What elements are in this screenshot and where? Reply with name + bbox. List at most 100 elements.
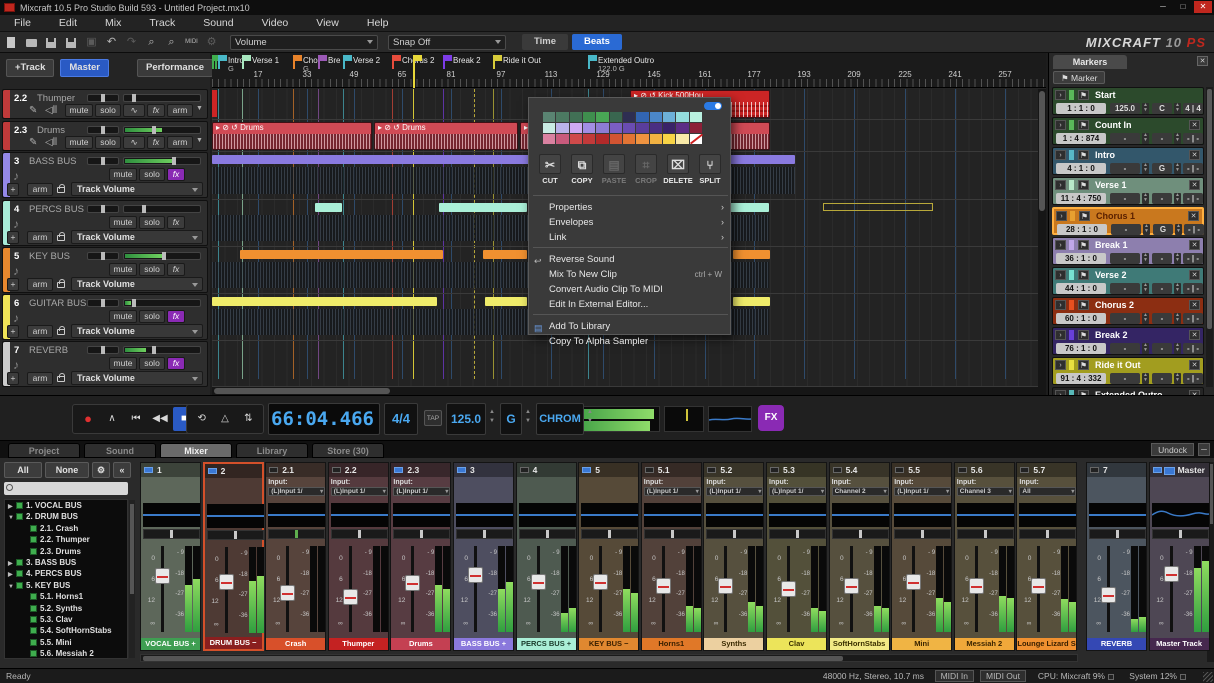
channel-checkbox[interactable] bbox=[1153, 467, 1162, 473]
fader-track[interactable] bbox=[474, 546, 477, 632]
volume-thumb[interactable] bbox=[132, 94, 136, 102]
fader-thumb[interactable] bbox=[219, 574, 234, 590]
track-automation-select[interactable]: Track Volume bbox=[71, 324, 203, 338]
color-swatch[interactable] bbox=[636, 123, 648, 133]
marker-tempo-field[interactable]: 125.0 bbox=[1110, 103, 1140, 114]
fader-thumb[interactable] bbox=[906, 574, 921, 590]
channel-checkbox[interactable] bbox=[1090, 467, 1099, 473]
channel-eq-display[interactable] bbox=[1089, 503, 1146, 527]
pan-thumb[interactable] bbox=[984, 530, 987, 538]
track-enabled-checkbox[interactable] bbox=[16, 582, 23, 589]
marker-tempo-field[interactable]: - bbox=[1111, 224, 1141, 235]
color-swatch[interactable] bbox=[623, 112, 635, 122]
pan-thumb[interactable] bbox=[1179, 530, 1182, 538]
tree-item-4-percs-bus[interactable]: ▶4. PERCS BUS bbox=[5, 568, 127, 579]
eq-display[interactable] bbox=[708, 406, 752, 432]
channel-eq-display[interactable] bbox=[894, 503, 951, 527]
clip-color-bar[interactable] bbox=[733, 250, 770, 259]
track-enabled-checkbox[interactable] bbox=[30, 536, 37, 543]
marker-entry[interactable]: ›⚑Start1 : 1 : 0125.0▲ ▼C▲ ▼4 | 4 bbox=[1052, 87, 1204, 115]
expand-icon[interactable]: › bbox=[1056, 211, 1067, 221]
menu-video[interactable]: Video bbox=[248, 15, 303, 32]
tree-item-2-1-crash[interactable]: 2.1. Crash bbox=[5, 523, 127, 534]
close-icon[interactable]: ✕ bbox=[1189, 330, 1200, 340]
pan-thumb[interactable] bbox=[170, 530, 173, 538]
channel-label[interactable]: Crash bbox=[266, 638, 325, 650]
volume-thumb[interactable] bbox=[132, 299, 136, 307]
pan-thumb[interactable] bbox=[234, 531, 237, 539]
tree-item-1-vocal-bus[interactable]: ▶1. VOCAL BUS bbox=[5, 500, 127, 511]
tree-item-5-3-clav[interactable]: 5.3. Clav bbox=[5, 614, 127, 625]
color-swatch[interactable] bbox=[570, 112, 582, 122]
mute-button[interactable]: mute bbox=[109, 310, 137, 323]
tab-sound[interactable]: Sound bbox=[84, 443, 156, 458]
spinner-icon[interactable]: ▲ ▼ bbox=[1142, 193, 1149, 204]
marker-time-field[interactable]: 11 : 4 : 750 bbox=[1056, 193, 1106, 204]
channel-label[interactable]: DRUM BUS − bbox=[205, 637, 262, 649]
marker-color-swatch[interactable] bbox=[1069, 300, 1074, 310]
spinner-icon[interactable]: ▲ ▼ bbox=[1174, 133, 1181, 144]
channel-eq-display[interactable] bbox=[1152, 503, 1209, 527]
search-input[interactable] bbox=[4, 482, 128, 495]
close-icon[interactable]: ✕ bbox=[1189, 240, 1200, 250]
cut-button[interactable]: ✂CUT bbox=[535, 154, 565, 185]
marker-color-swatch[interactable] bbox=[1070, 211, 1075, 221]
clip-color-bar[interactable] bbox=[212, 297, 437, 306]
input-select[interactable]: Channel 3 bbox=[957, 487, 1014, 496]
chevron-down-icon[interactable]: ▼ bbox=[196, 137, 203, 144]
maximize-button[interactable]: □ bbox=[1174, 1, 1192, 13]
channel-checkbox[interactable] bbox=[269, 467, 278, 473]
channel-pan-slider[interactable] bbox=[268, 529, 325, 539]
color-swatch[interactable] bbox=[543, 123, 555, 133]
marker-timesig-field[interactable]: - | - bbox=[1183, 163, 1203, 174]
pan-thumb[interactable] bbox=[1116, 530, 1119, 538]
pan-thumb[interactable] bbox=[101, 157, 105, 165]
markers-scrollbar[interactable] bbox=[1206, 87, 1213, 387]
track-header-percs-bus[interactable]: 4PERCS BUS♪mutesolofx+armTrack Volume bbox=[2, 200, 208, 246]
speaker-icon[interactable]: ◁⦀ bbox=[45, 105, 57, 116]
scroll-thumb[interactable] bbox=[143, 656, 843, 661]
channel-checkbox[interactable] bbox=[582, 467, 591, 473]
volume-thumb[interactable] bbox=[152, 346, 156, 354]
close-icon[interactable]: ✕ bbox=[1188, 211, 1199, 221]
tree-item-5-5-mini[interactable]: 5.5. Mini bbox=[5, 637, 127, 648]
marker-color-swatch[interactable] bbox=[1069, 360, 1074, 370]
track-enabled-checkbox[interactable] bbox=[16, 559, 23, 566]
tree-item-5-4-softhornstabs[interactable]: 5.4. SoftHornStabs bbox=[5, 625, 127, 636]
track-enabled-checkbox[interactable] bbox=[30, 605, 37, 612]
close-icon[interactable]: ✕ bbox=[1189, 120, 1200, 130]
mixer-toggle-button[interactable]: ⇅ bbox=[238, 407, 259, 431]
marker-entry[interactable]: ›⚑Break 2✕76 : 1 : 0-▲ ▼-▲ ▼- | - bbox=[1052, 327, 1204, 355]
marker-key-field[interactable]: - bbox=[1152, 133, 1172, 144]
minimize-button[interactable]: ─ bbox=[1154, 1, 1172, 13]
channel-pan-slider[interactable] bbox=[393, 529, 450, 539]
marker-tempo-field[interactable]: - bbox=[1110, 313, 1140, 324]
track-header-reverb[interactable]: 7REVERB♪mutesolofx+armTrack Volume bbox=[2, 341, 208, 387]
track-enabled-checkbox[interactable] bbox=[30, 639, 37, 646]
marker-time-field[interactable]: 4 : 1 : 0 bbox=[1056, 163, 1106, 174]
channel-checkbox[interactable] bbox=[833, 467, 842, 473]
input-select[interactable]: All bbox=[1019, 487, 1076, 496]
menu-help[interactable]: Help bbox=[353, 15, 403, 32]
volume-thumb[interactable] bbox=[172, 157, 176, 165]
clip-color-bar[interactable] bbox=[483, 250, 527, 259]
marker-color-swatch[interactable] bbox=[1069, 150, 1074, 160]
spinner-icon[interactable]: ▲ ▼ bbox=[1142, 343, 1149, 354]
fader-thumb[interactable] bbox=[1101, 587, 1116, 603]
marker-key-field[interactable]: G bbox=[1152, 163, 1172, 174]
panel-minimize-button[interactable]: ─ bbox=[1198, 443, 1210, 456]
track-volume-slider[interactable] bbox=[123, 126, 201, 134]
fx-button[interactable]: fx bbox=[167, 263, 185, 276]
menu-file[interactable]: File bbox=[0, 15, 45, 32]
channel-eq-display[interactable] bbox=[456, 503, 513, 527]
arm-button[interactable]: arm bbox=[167, 104, 193, 117]
channel-checkbox[interactable] bbox=[144, 467, 153, 473]
channel-label[interactable]: REVERB bbox=[1087, 638, 1146, 650]
menu-item-add-to-library[interactable]: Add To Library▤ bbox=[529, 319, 732, 334]
spinner-icon[interactable]: ▲ ▼ bbox=[1174, 103, 1181, 114]
input-select[interactable]: (L)Input 1/ bbox=[644, 487, 701, 496]
marker-entry[interactable]: ›⚑Verse 1✕11 : 4 : 750-▲ ▼-▲ ▼- | - bbox=[1052, 177, 1204, 205]
marker-entry[interactable]: ›⚑Verse 2✕44 : 1 : 0-▲ ▼-▲ ▼- | - bbox=[1052, 267, 1204, 295]
spinner-icon[interactable]: ▲ ▼ bbox=[586, 408, 594, 428]
track-pan-slider[interactable] bbox=[87, 157, 119, 165]
